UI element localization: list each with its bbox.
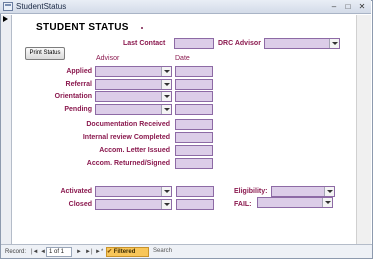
pending-advisor-select[interactable] bbox=[95, 104, 172, 115]
accom-returned-signed-label: Accom. Returned/Signed bbox=[86, 160, 170, 167]
pending-date-field[interactable] bbox=[175, 104, 213, 115]
chevron-down-icon[interactable] bbox=[161, 187, 171, 196]
internal-review-label: Internal review Completed bbox=[82, 134, 170, 141]
activated-label: Activated bbox=[60, 188, 92, 195]
closed-date-field[interactable] bbox=[176, 199, 214, 210]
chevron-down-icon[interactable] bbox=[322, 198, 332, 207]
last-contact-label: Last Contact bbox=[123, 40, 166, 47]
chevron-down-icon[interactable] bbox=[161, 80, 171, 89]
page-title: STUDENT STATUS bbox=[36, 22, 129, 33]
chevron-down-icon[interactable] bbox=[329, 39, 339, 48]
chevron-down-icon[interactable] bbox=[161, 200, 171, 209]
documentation-received-field[interactable] bbox=[175, 119, 213, 130]
chevron-down-icon[interactable] bbox=[324, 187, 334, 196]
filter-toggle[interactable]: ✔ Filtered bbox=[106, 247, 149, 257]
orientation-advisor-select[interactable] bbox=[95, 91, 172, 102]
fail-label: FAIL: bbox=[234, 201, 252, 208]
vertical-scrollbar[interactable] bbox=[356, 15, 371, 244]
new-record-button[interactable]: ►* bbox=[95, 248, 103, 256]
record-label: Record: bbox=[5, 249, 27, 255]
date-column-header: Date bbox=[175, 55, 190, 62]
last-record-button[interactable]: ►| bbox=[85, 248, 93, 256]
next-record-button[interactable]: ► bbox=[76, 248, 82, 256]
activated-advisor-select[interactable] bbox=[95, 186, 172, 197]
closed-label: Closed bbox=[68, 201, 92, 208]
filter-icon: ✔ bbox=[107, 249, 113, 255]
record-selector[interactable] bbox=[1, 15, 12, 244]
chevron-down-icon[interactable] bbox=[161, 105, 171, 114]
last-contact-field[interactable] bbox=[174, 38, 214, 49]
applied-date-field[interactable] bbox=[175, 66, 213, 77]
eligibility-label: Eligibility: bbox=[234, 188, 268, 195]
closed-advisor-select[interactable] bbox=[95, 199, 172, 210]
eligibility-select[interactable] bbox=[271, 186, 335, 197]
pending-label: Pending bbox=[64, 106, 92, 113]
maximize-button[interactable]: □ bbox=[343, 2, 353, 11]
orientation-date-field[interactable] bbox=[175, 91, 213, 102]
orientation-label: Orientation bbox=[54, 93, 92, 100]
record-navigation-bar: Record: |◄ ◄ 1 of 1 ► ►| ►* ✔ Filtered S… bbox=[1, 244, 372, 258]
advisor-column-header: Advisor bbox=[96, 55, 120, 62]
applied-advisor-select[interactable] bbox=[95, 66, 172, 77]
referral-advisor-select[interactable] bbox=[95, 79, 172, 90]
minimize-button[interactable]: – bbox=[329, 2, 339, 11]
drc-advisor-label: DRC Advisor bbox=[218, 40, 261, 47]
chevron-down-icon[interactable] bbox=[161, 92, 171, 101]
referral-date-field[interactable] bbox=[175, 79, 213, 90]
accom-returned-signed-field[interactable] bbox=[175, 158, 213, 169]
close-button[interactable]: ✕ bbox=[357, 2, 367, 11]
applied-label: Applied bbox=[66, 68, 92, 75]
current-record-arrow-icon bbox=[3, 16, 8, 22]
current-record-field[interactable]: 1 of 1 bbox=[46, 247, 72, 257]
drc-advisor-select[interactable] bbox=[264, 38, 340, 49]
referral-label: Referral bbox=[65, 81, 92, 88]
title-bar: StudentStatus – □ ✕ bbox=[0, 0, 371, 14]
internal-review-field[interactable] bbox=[175, 132, 213, 143]
documentation-received-label: Documentation Received bbox=[86, 121, 170, 128]
window-title: StudentStatus bbox=[16, 2, 67, 11]
first-record-button[interactable]: |◄ bbox=[31, 248, 39, 256]
activated-date-field[interactable] bbox=[176, 186, 214, 197]
decorative-dot bbox=[141, 27, 143, 29]
accom-letter-issued-field[interactable] bbox=[175, 145, 213, 156]
print-status-button[interactable]: Print Status bbox=[25, 47, 65, 60]
chevron-down-icon[interactable] bbox=[161, 67, 171, 76]
accom-letter-issued-label: Accom. Letter Issued bbox=[99, 147, 170, 154]
form-icon bbox=[3, 2, 13, 11]
filter-label: Filtered bbox=[113, 249, 136, 255]
fail-select[interactable] bbox=[257, 197, 333, 208]
search-box[interactable]: Search bbox=[153, 248, 172, 254]
